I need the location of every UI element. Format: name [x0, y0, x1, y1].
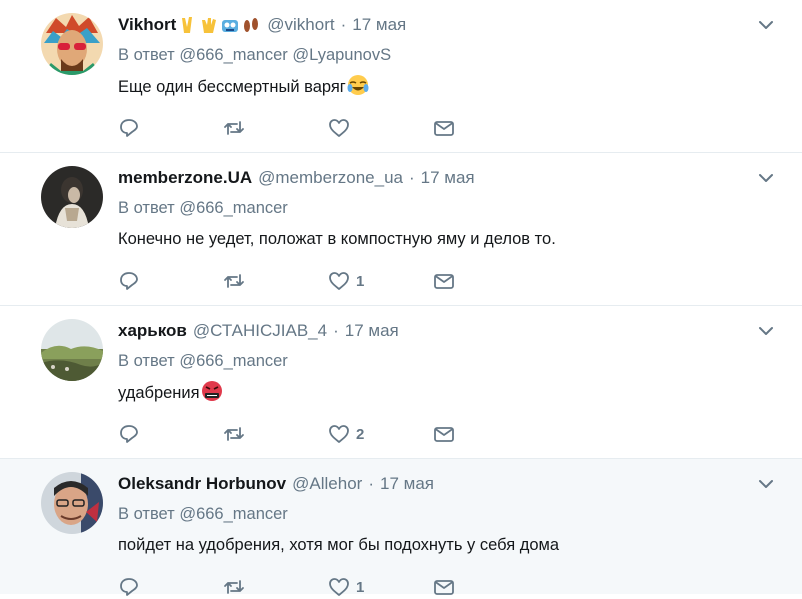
avatar[interactable] — [41, 319, 103, 381]
reply-icon — [120, 119, 138, 137]
tweet-text-body: Конечно не уедет, положат в компостную я… — [118, 230, 556, 248]
tears-of-joy-emoji — [347, 74, 369, 96]
separator-dot: · — [333, 321, 339, 340]
tweet-actions: 1 — [118, 269, 538, 293]
reply-button[interactable] — [118, 422, 223, 446]
reply-button[interactable] — [118, 116, 223, 140]
reply-prefix: В ответ — [118, 46, 175, 64]
like-icon — [329, 272, 349, 290]
like-button[interactable]: 2 — [328, 422, 433, 446]
reply-button[interactable] — [118, 575, 223, 599]
reply-context: В ответ @666_mancer @LyapunovS — [118, 43, 762, 67]
tweet-text: пойдет на удобрения, хотя мог бы подохну… — [118, 533, 762, 557]
direct-message-icon — [434, 427, 454, 442]
tweet[interactable]: memberzone.UA @memberzone_ua · 17 мая В … — [0, 153, 802, 306]
tweet[interactable]: Vikhort @vikhort · 17 мая В ответ @666_m… — [0, 0, 802, 153]
avatar[interactable] — [41, 13, 103, 75]
retweet-button[interactable] — [223, 269, 328, 293]
tweet-text-body: пойдет на удобрения, хотя мог бы подохну… — [118, 536, 560, 554]
like-count: 1 — [356, 578, 365, 596]
retweet-button[interactable] — [223, 116, 328, 140]
chevron-down-icon[interactable] — [757, 16, 775, 34]
cursing-face-emoji — [201, 380, 223, 402]
reply-context: В ответ @666_mancer — [118, 349, 762, 373]
author-name[interactable]: харьков — [118, 321, 187, 341]
separator-dot: · — [368, 474, 374, 493]
tweet-text: Конечно не уедет, положат в компостную я… — [118, 227, 762, 251]
author-handle[interactable]: @СТАНІСJIAB_4 — [193, 321, 327, 341]
timestamp[interactable]: 17 мая — [345, 321, 399, 341]
like-button[interactable]: 1 — [328, 269, 433, 293]
reply-context: В ответ @666_mancer — [118, 502, 762, 526]
timestamp[interactable]: 17 мая — [380, 474, 434, 494]
chevron-down-icon[interactable] — [757, 475, 775, 493]
v-sign-emoji — [178, 15, 198, 35]
tweet-text-body: Еще один бессмертный варяг — [118, 78, 346, 96]
like-button[interactable]: 1 — [328, 575, 433, 599]
tweet[interactable]: Oleksandr Horbunov @Allehor · 17 мая В о… — [0, 459, 802, 596]
author-name[interactable]: Oleksandr Horbunov — [118, 474, 286, 494]
separator-dot: · — [340, 15, 347, 34]
tweet-text: Еще один бессмертный варяг — [118, 74, 762, 98]
reply-context: В ответ @666_mancer — [118, 196, 762, 220]
reply-prefix: В ответ — [118, 199, 175, 217]
reply-mentions[interactable]: @666_mancer @LyapunovS — [179, 46, 391, 64]
retweet-button[interactable] — [223, 422, 328, 446]
reply-mentions[interactable]: @666_mancer — [179, 199, 287, 217]
avatar[interactable] — [41, 472, 103, 534]
retweet-icon — [224, 274, 244, 288]
tweet-text: удабрения — [118, 380, 762, 404]
reply-icon — [120, 272, 138, 290]
timestamp[interactable]: 17 мая — [352, 15, 406, 35]
tweet[interactable]: харьков @СТАНІСJIAB_4 · 17 мая В ответ @… — [0, 306, 802, 459]
author-handle[interactable]: @Allehor — [292, 474, 362, 494]
chevron-down-icon[interactable] — [757, 322, 775, 340]
like-icon — [329, 425, 349, 443]
separator-dot: · — [408, 168, 415, 187]
direct-message-button[interactable] — [433, 422, 538, 446]
like-count: 2 — [356, 425, 365, 443]
retweet-icon — [224, 580, 244, 594]
like-icon — [329, 578, 349, 596]
like-button[interactable] — [328, 116, 433, 140]
avatar[interactable] — [41, 166, 103, 228]
direct-message-button[interactable] — [433, 575, 538, 599]
direct-message-button[interactable] — [433, 269, 538, 293]
like-count: 1 — [356, 272, 365, 290]
reply-icon — [120, 578, 138, 596]
author-name[interactable]: memberzone.UA — [118, 168, 252, 188]
author-handle[interactable]: @vikhort — [267, 15, 334, 35]
direct-message-button[interactable] — [433, 116, 538, 140]
retweet-icon — [224, 427, 244, 441]
direct-message-icon — [434, 121, 454, 136]
robot-emoji — [220, 15, 240, 35]
tweet-actions: 2 — [118, 422, 538, 446]
vulcan-salute-emoji — [199, 15, 219, 35]
tweet-text-body: удабрения — [118, 384, 200, 402]
direct-message-icon — [434, 274, 454, 289]
author-name[interactable]: Vikhort — [118, 15, 176, 35]
tweet-actions: 1 — [118, 575, 538, 599]
chevron-down-icon[interactable] — [757, 169, 775, 187]
retweet-button[interactable] — [223, 575, 328, 599]
footprints-emoji — [241, 15, 261, 35]
reply-prefix: В ответ — [118, 505, 175, 523]
tweet-actions — [118, 116, 538, 140]
retweet-icon — [224, 121, 244, 135]
author-handle[interactable]: @memberzone_ua — [258, 168, 403, 188]
like-icon — [329, 119, 349, 137]
reply-mentions[interactable]: @666_mancer — [179, 505, 287, 523]
reply-mentions[interactable]: @666_mancer — [179, 352, 287, 370]
reply-prefix: В ответ — [118, 352, 175, 370]
tweet-feed: Vikhort @vikhort · 17 мая В ответ @666_m… — [0, 0, 802, 596]
reply-icon — [120, 425, 138, 443]
reply-button[interactable] — [118, 269, 223, 293]
direct-message-icon — [434, 580, 454, 595]
timestamp[interactable]: 17 мая — [421, 168, 475, 188]
